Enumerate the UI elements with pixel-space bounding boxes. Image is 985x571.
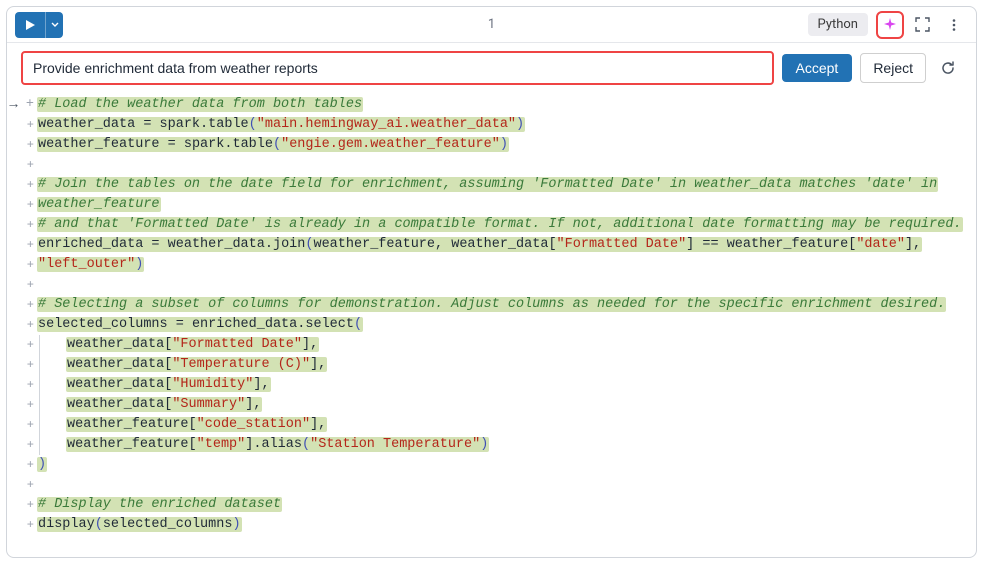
fullscreen-button[interactable] [908, 11, 936, 39]
code-line [37, 275, 968, 295]
code-line: "left_outer") [37, 255, 968, 275]
cell-index: 1 [488, 17, 495, 32]
code-line: # and that 'Formatted Date' is already i… [37, 215, 968, 235]
cell-toolbar: 1 Python [7, 7, 976, 43]
accept-button[interactable]: Accept [782, 54, 853, 82]
code-line: # Display the enriched dataset [37, 495, 968, 515]
code-line [37, 155, 968, 175]
refresh-icon [940, 60, 956, 76]
chevron-down-icon [51, 21, 59, 29]
code-line: weather_feature["temp"].alias("Station T… [37, 435, 968, 455]
code-lines: # Load the weather data from both tables… [37, 95, 976, 547]
kebab-icon [947, 18, 961, 32]
code-line: # Join the tables on the date field for … [37, 175, 968, 195]
code-line: display(selected_columns) [37, 515, 968, 535]
language-selector[interactable]: Python [808, 13, 868, 36]
run-menu-caret[interactable] [45, 12, 63, 38]
code-line: weather_feature = spark.table("engie.gem… [37, 135, 968, 155]
code-line [37, 475, 968, 495]
code-line: # Load the weather data from both tables [37, 95, 968, 115]
expand-icon [915, 17, 930, 32]
code-line: weather_data["Formatted Date"], [37, 335, 968, 355]
cell-menu-button[interactable] [940, 11, 968, 39]
play-icon [24, 19, 36, 31]
code-line: weather_feature["code_station"], [37, 415, 968, 435]
code-line: # Selecting a subset of columns for demo… [37, 295, 968, 315]
code-line: weather_data["Temperature (C)"], [37, 355, 968, 375]
ai-assistant-button[interactable] [876, 11, 904, 39]
ai-prompt-input[interactable] [21, 51, 774, 85]
code-line: enriched_data = weather_data.join(weathe… [37, 235, 968, 255]
run-button[interactable] [15, 12, 45, 38]
code-line: weather_data["Summary"], [37, 395, 968, 415]
reject-button[interactable]: Reject [860, 53, 926, 83]
code-line: weather_data["Humidity"], [37, 375, 968, 395]
sparkle-icon [882, 17, 898, 33]
code-line: ) [37, 455, 968, 475]
gutter: → ++++++++++++++++++++++ [7, 95, 37, 547]
code-line: selected_columns = enriched_data.select( [37, 315, 968, 335]
code-editor[interactable]: → ++++++++++++++++++++++ # Load the weat… [7, 93, 976, 557]
run-button-group [15, 12, 63, 38]
code-line: weather_feature [37, 195, 968, 215]
notebook-cell: 1 Python Accept Reject [6, 6, 977, 558]
regenerate-button[interactable] [934, 54, 962, 82]
ai-prompt-row: Accept Reject [7, 43, 976, 93]
code-line: weather_data = spark.table("main.hemingw… [37, 115, 968, 135]
